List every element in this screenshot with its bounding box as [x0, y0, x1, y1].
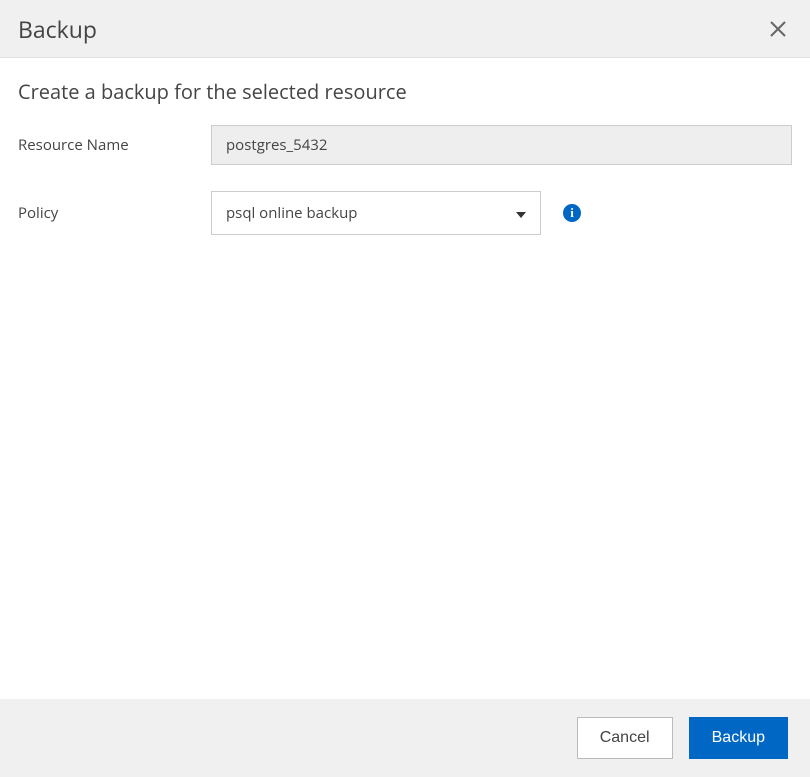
- chevron-down-icon: [516, 203, 526, 223]
- policy-label: Policy: [18, 203, 211, 223]
- policy-select-value: psql online backup: [226, 203, 357, 223]
- cancel-button[interactable]: Cancel: [577, 717, 673, 759]
- close-icon: [769, 20, 787, 38]
- resource-name-field: postgres_5432: [211, 125, 792, 165]
- policy-row: Policy psql online backup i: [18, 191, 792, 235]
- dialog-content: Create a backup for the selected resourc…: [0, 58, 810, 699]
- policy-select[interactable]: psql online backup: [211, 191, 541, 235]
- dialog-header: Backup: [0, 0, 810, 58]
- close-button[interactable]: [764, 15, 792, 43]
- dialog-footer: Cancel Backup: [0, 699, 810, 777]
- backup-button[interactable]: Backup: [689, 717, 788, 759]
- dialog-subtitle: Create a backup for the selected resourc…: [18, 78, 792, 105]
- resource-name-row: Resource Name postgres_5432: [18, 125, 792, 165]
- resource-name-label: Resource Name: [18, 135, 211, 155]
- info-icon[interactable]: i: [563, 204, 581, 222]
- dialog-title: Backup: [18, 13, 97, 45]
